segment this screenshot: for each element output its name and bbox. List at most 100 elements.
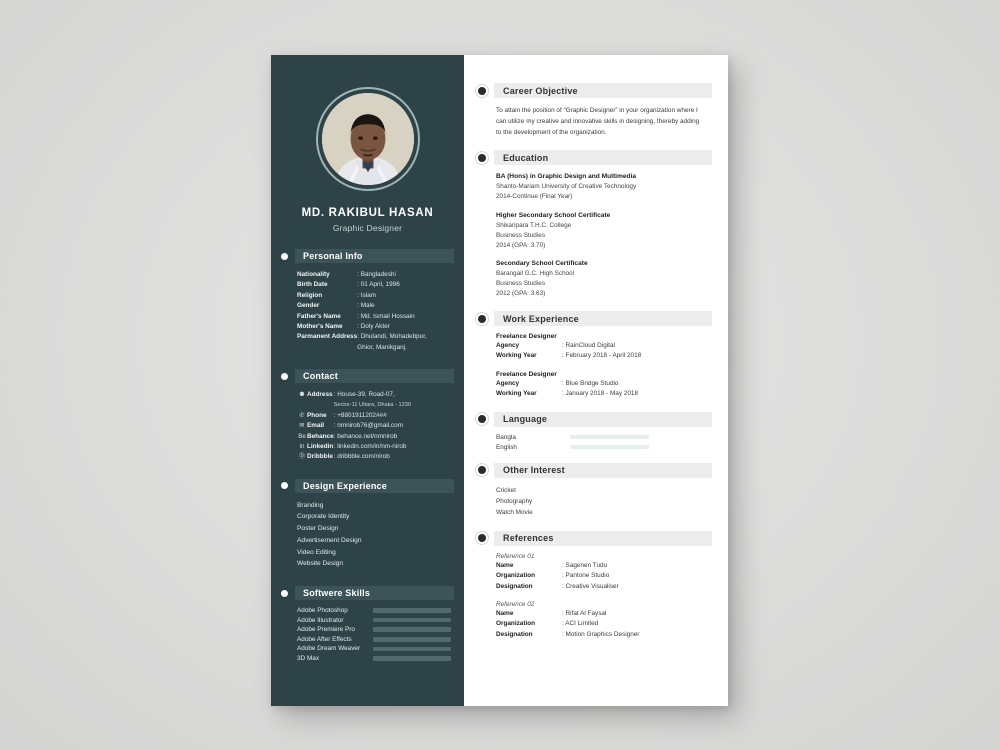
- field-label: Address: [307, 391, 333, 398]
- field-value: : Islam: [357, 291, 376, 299]
- table-row: Birth Date : 01 April, 1996: [297, 280, 427, 290]
- field-label: [297, 343, 357, 353]
- table-row[interactable]: ✆ Phone : +8801911202###: [297, 411, 411, 421]
- reference-entry: Reference 02 Name: Rifat Al Faysal Organi…: [496, 601, 712, 640]
- field-label: Working Year: [496, 352, 537, 360]
- skill-label: Adobe Dream Weaver: [297, 645, 361, 653]
- section-header: References: [478, 530, 712, 546]
- section-body: To attain the position of “Graphic Desig…: [478, 98, 712, 138]
- table-row[interactable]: ⚉ Address : House-39, Road-07, Sector-11 …: [297, 390, 411, 411]
- table-row: Father's Name : Md. Ismail Hossain: [297, 312, 427, 322]
- bullet-icon: [478, 86, 486, 95]
- page-title: MD. RAKIBUL HASAN: [301, 207, 434, 219]
- section-body: ⚉ Address : House-39, Road-07, Sector-11 …: [281, 390, 454, 463]
- education-entry: Higher Secondary School Certificate Shik…: [496, 211, 712, 251]
- field-value[interactable]: : behance.net/nmnirob: [334, 432, 411, 442]
- section-header: Contact: [281, 369, 454, 383]
- bullet-icon: [478, 415, 486, 424]
- skill-label: Adobe Premiere Pro: [297, 626, 355, 634]
- table-row[interactable]: ✉ Email : nmnirob76@gmail.com: [297, 421, 411, 431]
- list-item: Website Design: [297, 560, 344, 568]
- table-row: Nationality : Bangladeshi: [297, 270, 427, 280]
- section-title: Career Objective: [494, 83, 712, 98]
- section-work-experience: Work Experience Freelance Designer Agenc…: [478, 311, 712, 400]
- section-body: Adobe Photoshop Adobe Illustrator Adobe …: [281, 607, 454, 662]
- section-contact: Contact ⚉ Address : House-39, Road-07, Se…: [271, 369, 464, 463]
- bullet-icon: [281, 482, 288, 490]
- institution: Shikaripara T.H.C. College: [496, 221, 572, 229]
- field-value: : Bangladeshi: [357, 271, 396, 278]
- section-design-experience: Design Experience Branding Corporate Iden…: [271, 478, 464, 570]
- field-value: : Dhulandi, Mohadebpur,: [357, 333, 427, 341]
- field-value[interactable]: : nmnirob76@gmail.com: [334, 421, 411, 431]
- section-language: Language Bangla English: [478, 411, 712, 451]
- section-other-interest: Other Interest Cricket Photography Watch M…: [478, 462, 712, 519]
- field-label: Designation: [496, 630, 533, 638]
- list-item: Branding: [297, 501, 324, 509]
- language-list: Bangla English: [478, 427, 712, 451]
- education-entry: BA (Hons) in Graphic Design and Multimed…: [496, 172, 712, 202]
- bullet-icon: [478, 466, 486, 475]
- bullet-icon: [281, 372, 288, 380]
- skill-label: Adobe Illustrator: [297, 616, 344, 624]
- section-title: Design Experience: [295, 478, 454, 493]
- skill-label: Adobe Photoshop: [297, 607, 348, 615]
- field-value: : Doly Akter: [357, 322, 390, 330]
- year: 2012 (GPA: 3.63): [496, 290, 546, 298]
- avatar-ring: [315, 87, 420, 191]
- section-body: Branding Corporate Identity Poster Design A…: [281, 500, 454, 570]
- list-item: Corporate Identity: [297, 513, 350, 521]
- section-references: References Reference 01 Name: Sagenen Tu…: [478, 530, 712, 640]
- location-pin-icon: ⚉: [299, 391, 305, 398]
- section-header: Softwere Skills: [281, 586, 454, 601]
- field-label: Parmanent Address: [297, 333, 358, 341]
- section-personal-info: Personal Info Nationality : Bangladeshi …: [271, 249, 464, 353]
- section-header: Other Interest: [478, 462, 712, 478]
- table-row: Working Year: January 2018 - May 2018: [496, 389, 638, 399]
- field-value[interactable]: : dribbble.com/nirob: [334, 452, 411, 462]
- position: Freelance Designer: [496, 333, 557, 341]
- field-label: Religion: [297, 291, 323, 299]
- work-experience-list: Freelance Designer Agency : RainCloud Dig…: [478, 326, 712, 400]
- table-row[interactable]: Ⓓ Dribbble : dribbble.com/nirob: [297, 452, 411, 462]
- bullet-icon: [478, 534, 486, 543]
- section-header: Personal Info: [281, 249, 454, 263]
- list-item: Cricket: [496, 486, 516, 494]
- field-label: Behance: [307, 432, 334, 440]
- field-label: Phone: [307, 411, 327, 419]
- table-row: Organization: ACI Limited: [496, 619, 639, 629]
- section-career-objective: Career Objective To attain the position …: [478, 83, 712, 138]
- field-label: Agency: [496, 379, 520, 387]
- field-value[interactable]: : linkedin.com/in/nm-nirob: [334, 442, 411, 452]
- reference-label: Reference 01: [496, 552, 535, 560]
- table-row: Name: Rifat Al Faysal: [496, 609, 639, 619]
- language-bar: [570, 435, 649, 440]
- skill-label: 3D Max: [297, 655, 320, 662]
- table-row[interactable]: in Linkedin : linkedin.com/in/nm-nirob: [297, 442, 411, 452]
- phone-icon: ✆: [299, 411, 305, 419]
- section-header: Work Experience: [478, 311, 712, 327]
- career-objective-text: To attain the position of “Graphic Desig…: [496, 107, 700, 137]
- list-item: Adobe Premiere Pro: [297, 626, 454, 633]
- list-item: Poster Design: [297, 525, 339, 533]
- field-value[interactable]: : +8801911202###: [334, 411, 411, 421]
- education-entry: Secondary School Certificate Barangail G…: [496, 259, 712, 299]
- skill-bar: [373, 656, 451, 661]
- work-entry: Freelance Designer Agency : RainCloud Dig…: [496, 333, 712, 362]
- field-value[interactable]: : House-39, Road-07, Sector-11 Uttara, Dh…: [334, 390, 411, 411]
- section-body: Nationality : Bangladeshi Birth Date : 0…: [281, 270, 454, 353]
- field-label: Agency: [496, 342, 520, 350]
- field-label: Name: [496, 609, 514, 617]
- field-value: : RainCloud Digital: [562, 342, 615, 350]
- field-label: Mother's Name: [297, 322, 343, 330]
- table-row[interactable]: Be Behance : behance.net/nmnirob: [297, 432, 411, 442]
- reference-entry: Reference 01 Name: Sagenen Tudu Organizat…: [496, 553, 712, 592]
- list-item: Advertisement Design: [297, 536, 362, 544]
- language-bar: [570, 445, 649, 450]
- main-content: Career Objective To attain the position …: [464, 55, 728, 706]
- list-item: Adobe Dream Weaver: [297, 645, 454, 652]
- linkedin-icon: in: [299, 442, 305, 450]
- skill-label: Adobe After Effects: [297, 635, 352, 643]
- table-row: Designation: Motion Graphics Designer: [496, 630, 639, 640]
- section-title: Education: [494, 150, 712, 166]
